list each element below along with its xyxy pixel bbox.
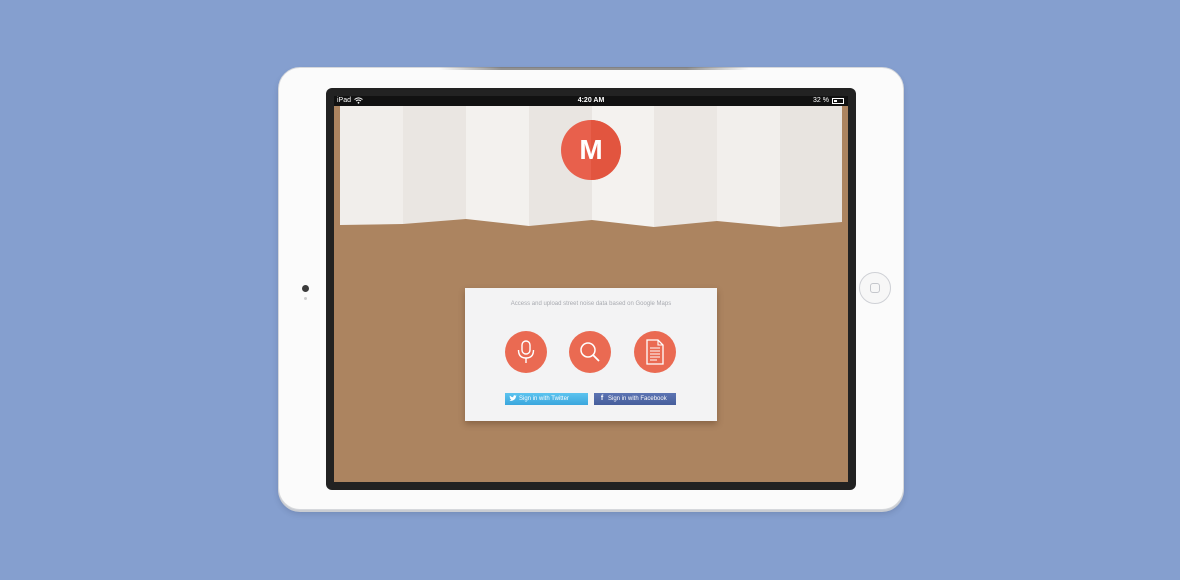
battery-percent: 32 % <box>813 97 829 104</box>
document-icon <box>646 339 664 365</box>
record-button[interactable] <box>505 331 547 373</box>
twitter-signin-label: Sign in with Twitter <box>519 396 569 402</box>
data-list-button[interactable] <box>634 331 676 373</box>
tagline: Access and upload street noise data base… <box>510 301 672 307</box>
status-bar: iPad 4:20 AM 32 % <box>334 96 848 106</box>
search-button[interactable] <box>569 331 611 373</box>
battery-icon <box>832 98 844 104</box>
microphone-icon <box>517 340 535 363</box>
search-icon <box>580 342 600 362</box>
ipad-top-edge <box>439 67 749 70</box>
twitter-signin-button[interactable]: Sign in with Twitter <box>505 393 588 405</box>
logo-letter: M <box>579 134 603 165</box>
camera-icon <box>302 285 309 292</box>
clock: 4:20 AM <box>577 97 605 104</box>
facebook-icon: f <box>600 395 604 402</box>
app-logo: M <box>561 120 621 180</box>
app-screen: iPad 4:20 AM 32 % M Access and upload st… <box>334 96 848 482</box>
login-card: Access and upload street noise data base… <box>465 288 717 421</box>
facebook-signin-button[interactable]: f Sign in with Facebook <box>594 393 676 405</box>
facebook-signin-label: Sign in with Facebook <box>608 396 667 402</box>
sensor-dot <box>304 297 307 300</box>
twitter-bird-icon <box>508 393 518 405</box>
home-button[interactable] <box>859 272 891 304</box>
